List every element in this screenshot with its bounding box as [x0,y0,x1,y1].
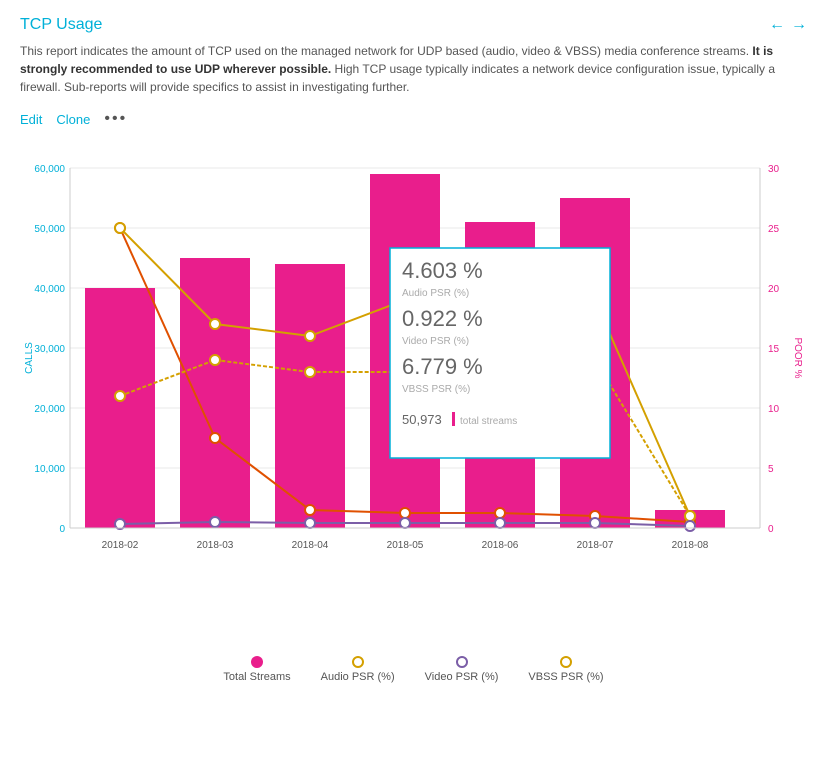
svg-text:2018-07: 2018-07 [577,540,614,551]
video-dot-3 [305,518,315,528]
svg-text:30: 30 [768,164,780,175]
legend-total-streams: Total Streams [223,656,290,683]
svg-text:10,000: 10,000 [34,464,65,475]
video-dot-6 [590,518,600,528]
svg-text:50,973: 50,973 [402,412,442,427]
vbss-dot-7 [685,511,695,521]
legend-label-total-streams: Total Streams [223,671,290,683]
svg-text:40,000: 40,000 [34,284,65,295]
streams-dot-3 [305,505,315,515]
legend-video-psr: Video PSR (%) [425,656,499,683]
edit-button[interactable]: Edit [20,112,42,127]
legend-audio-psr: Audio PSR (%) [321,656,395,683]
nav-next-button[interactable]: → [791,16,807,34]
video-dot-2 [210,517,220,527]
audio-dot-2 [210,319,220,329]
legend-vbss-psr: VBSS PSR (%) [528,656,603,683]
streams-dot-2 [210,433,220,443]
svg-text:POOR %: POOR % [792,337,803,378]
svg-text:0: 0 [59,524,65,535]
svg-text:CALLS: CALLS [24,342,35,374]
svg-text:5: 5 [768,464,774,475]
svg-text:2018-08: 2018-08 [672,540,709,551]
streams-dot-5 [495,508,505,518]
svg-text:VBSS PSR (%): VBSS PSR (%) [402,384,470,395]
video-dot-7 [685,521,695,531]
nav-prev-button[interactable]: ← [769,16,785,34]
chart-svg: 60,000 50,000 40,000 30,000 20,000 10,00… [20,138,807,648]
svg-text:15: 15 [768,344,780,355]
svg-text:20: 20 [768,284,780,295]
svg-text:50,000: 50,000 [34,224,65,235]
svg-text:2018-04: 2018-04 [292,540,329,551]
video-dot-5 [495,518,505,528]
chart-area: 60,000 50,000 40,000 30,000 20,000 10,00… [20,138,807,648]
legend-label-audio-psr: Audio PSR (%) [321,671,395,683]
bar-2018-02 [85,288,155,528]
svg-text:20,000: 20,000 [34,404,65,415]
svg-text:2018-03: 2018-03 [197,540,234,551]
vbss-dot-1 [115,391,125,401]
svg-text:Audio PSR (%): Audio PSR (%) [402,288,469,299]
svg-text:0: 0 [768,524,774,535]
svg-text:10: 10 [768,404,780,415]
svg-text:2018-05: 2018-05 [387,540,424,551]
more-options-button[interactable]: ••• [104,110,127,128]
vbss-dot-2 [210,355,220,365]
bar-2018-04 [275,264,345,528]
svg-text:60,000: 60,000 [34,164,65,175]
svg-text:2018-06: 2018-06 [482,540,519,551]
svg-text:25: 25 [768,224,780,235]
svg-text:6.779 %: 6.779 % [402,354,483,379]
audio-dot-3 [305,331,315,341]
svg-text:0.922 %: 0.922 % [402,306,483,331]
legend-label-video-psr: Video PSR (%) [425,671,499,683]
svg-text:4.603 %: 4.603 % [402,258,483,283]
video-dot-4 [400,518,410,528]
streams-dot-4 [400,508,410,518]
chart-legend: Total Streams Audio PSR (%) Video PSR (%… [20,656,807,689]
svg-text:Video PSR (%): Video PSR (%) [402,336,469,347]
page-title: TCP Usage [20,16,102,34]
svg-text:total streams: total streams [460,416,517,427]
svg-text:30,000: 30,000 [34,344,65,355]
legend-label-vbss-psr: VBSS PSR (%) [528,671,603,683]
description-text: This report indicates the amount of TCP … [20,42,807,96]
vbss-dot-3 [305,367,315,377]
audio-dot-1 [115,223,125,233]
clone-button[interactable]: Clone [56,112,90,127]
svg-text:2018-02: 2018-02 [102,540,139,551]
